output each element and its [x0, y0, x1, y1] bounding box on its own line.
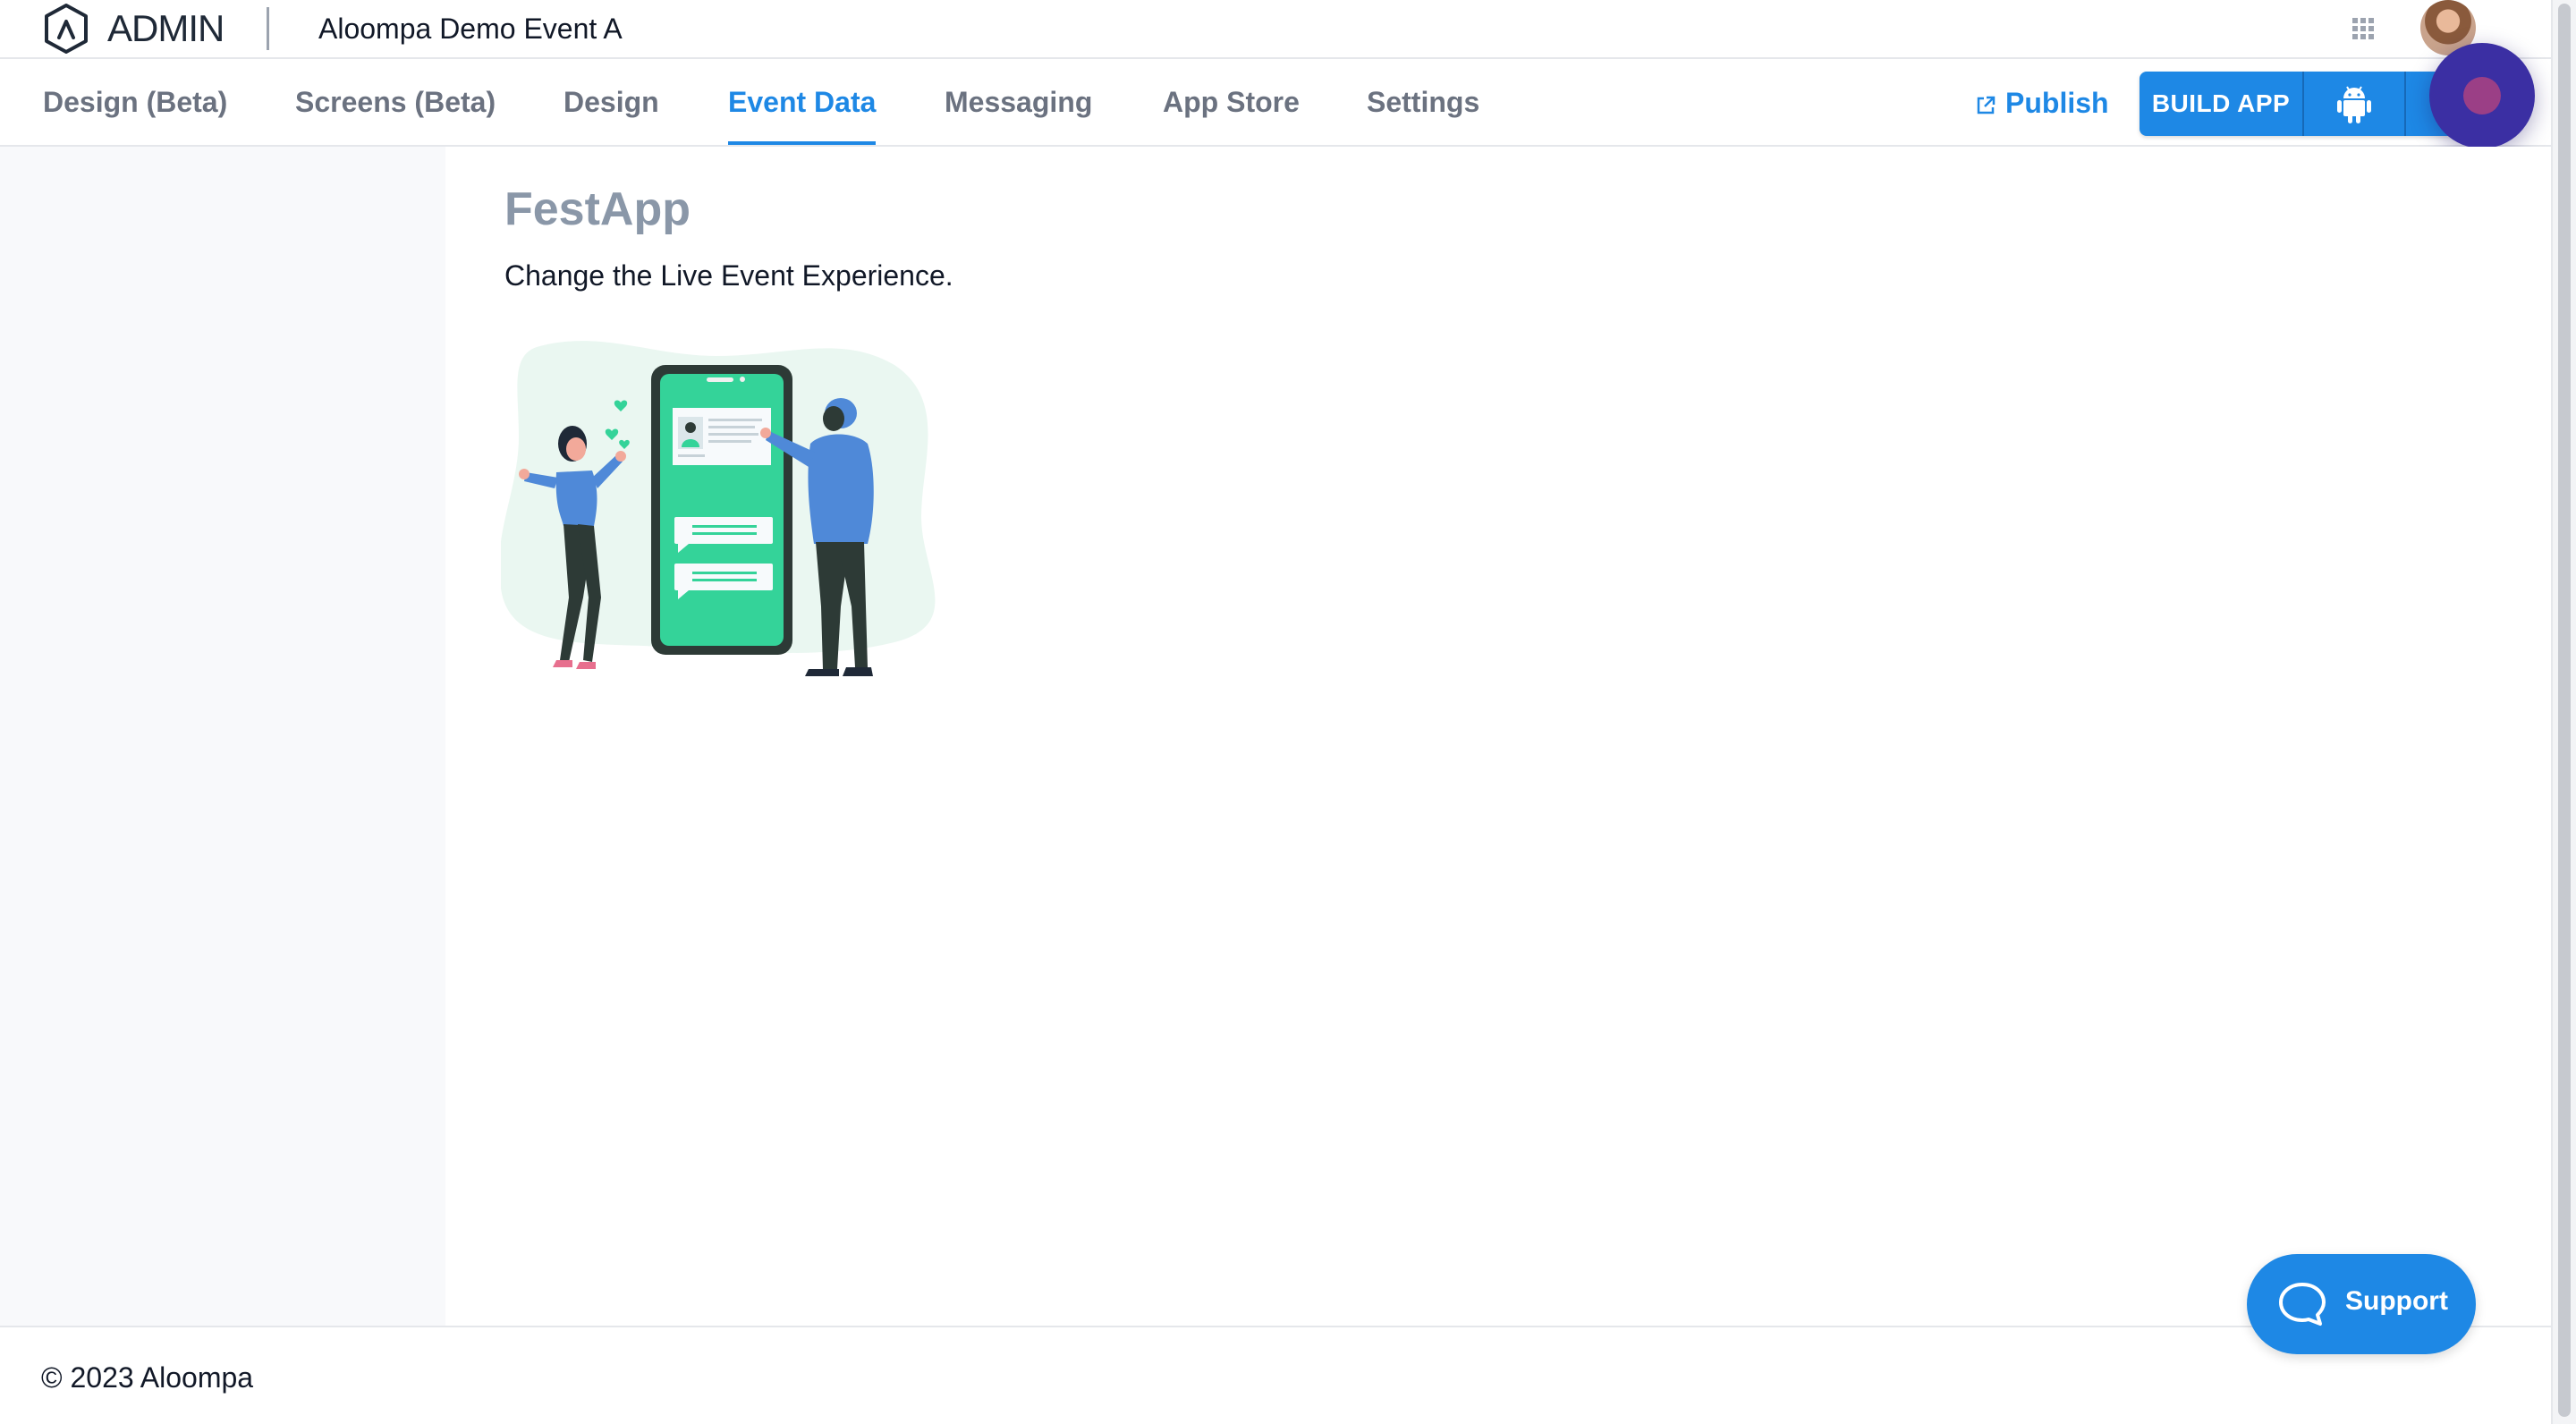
- record-icon: [2463, 77, 2501, 114]
- build-app-button[interactable]: BUILD APP: [2140, 72, 2302, 136]
- festapp-illustration: [501, 341, 936, 676]
- android-icon: [2337, 86, 2371, 123]
- page-subtitle: Change the Live Event Experience.: [504, 259, 953, 292]
- page-title: FestApp: [504, 183, 691, 235]
- apps-grid-icon[interactable]: [2351, 16, 2376, 41]
- screen-recorder-button[interactable]: [2429, 43, 2535, 148]
- tab-app-store[interactable]: App Store: [1163, 59, 1300, 145]
- publish-label: Publish: [2005, 87, 2109, 119]
- tab-design[interactable]: Design: [564, 59, 659, 145]
- page-scrollbar[interactable]: [2551, 0, 2576, 1424]
- footer: © 2023 Aloompa: [0, 1326, 2551, 1424]
- copyright-text: © 2023 Aloompa: [41, 1361, 254, 1394]
- main-content: FestApp Change the Live Event Experience…: [445, 147, 2551, 1326]
- tab-settings[interactable]: Settings: [1367, 59, 1479, 145]
- event-name[interactable]: Aloompa Demo Event A: [318, 13, 623, 46]
- tab-design-beta[interactable]: Design (Beta): [43, 59, 227, 145]
- main-nav-tabs: Design (Beta) Screens (Beta) Design Even…: [0, 59, 2551, 147]
- tab-screens-beta[interactable]: Screens (Beta): [295, 59, 496, 145]
- chat-bubble-icon: [2279, 1283, 2326, 1326]
- build-android-button[interactable]: [2304, 72, 2404, 136]
- top-bar: ADMIN Aloompa Demo Event A: [0, 0, 2551, 59]
- aloompa-logo-icon[interactable]: [39, 2, 93, 55]
- sidebar: [0, 147, 445, 1326]
- scrollbar-thumb[interactable]: [2558, 4, 2571, 1417]
- support-button[interactable]: Support: [2247, 1254, 2476, 1354]
- app-name: ADMIN: [107, 7, 225, 49]
- header-divider: [267, 7, 269, 50]
- external-link-icon: [1977, 96, 1996, 114]
- publish-link[interactable]: Publish: [1975, 81, 2109, 125]
- support-label: Support: [2345, 1286, 2448, 1316]
- tab-messaging[interactable]: Messaging: [945, 59, 1092, 145]
- tab-event-data[interactable]: Event Data: [728, 59, 877, 145]
